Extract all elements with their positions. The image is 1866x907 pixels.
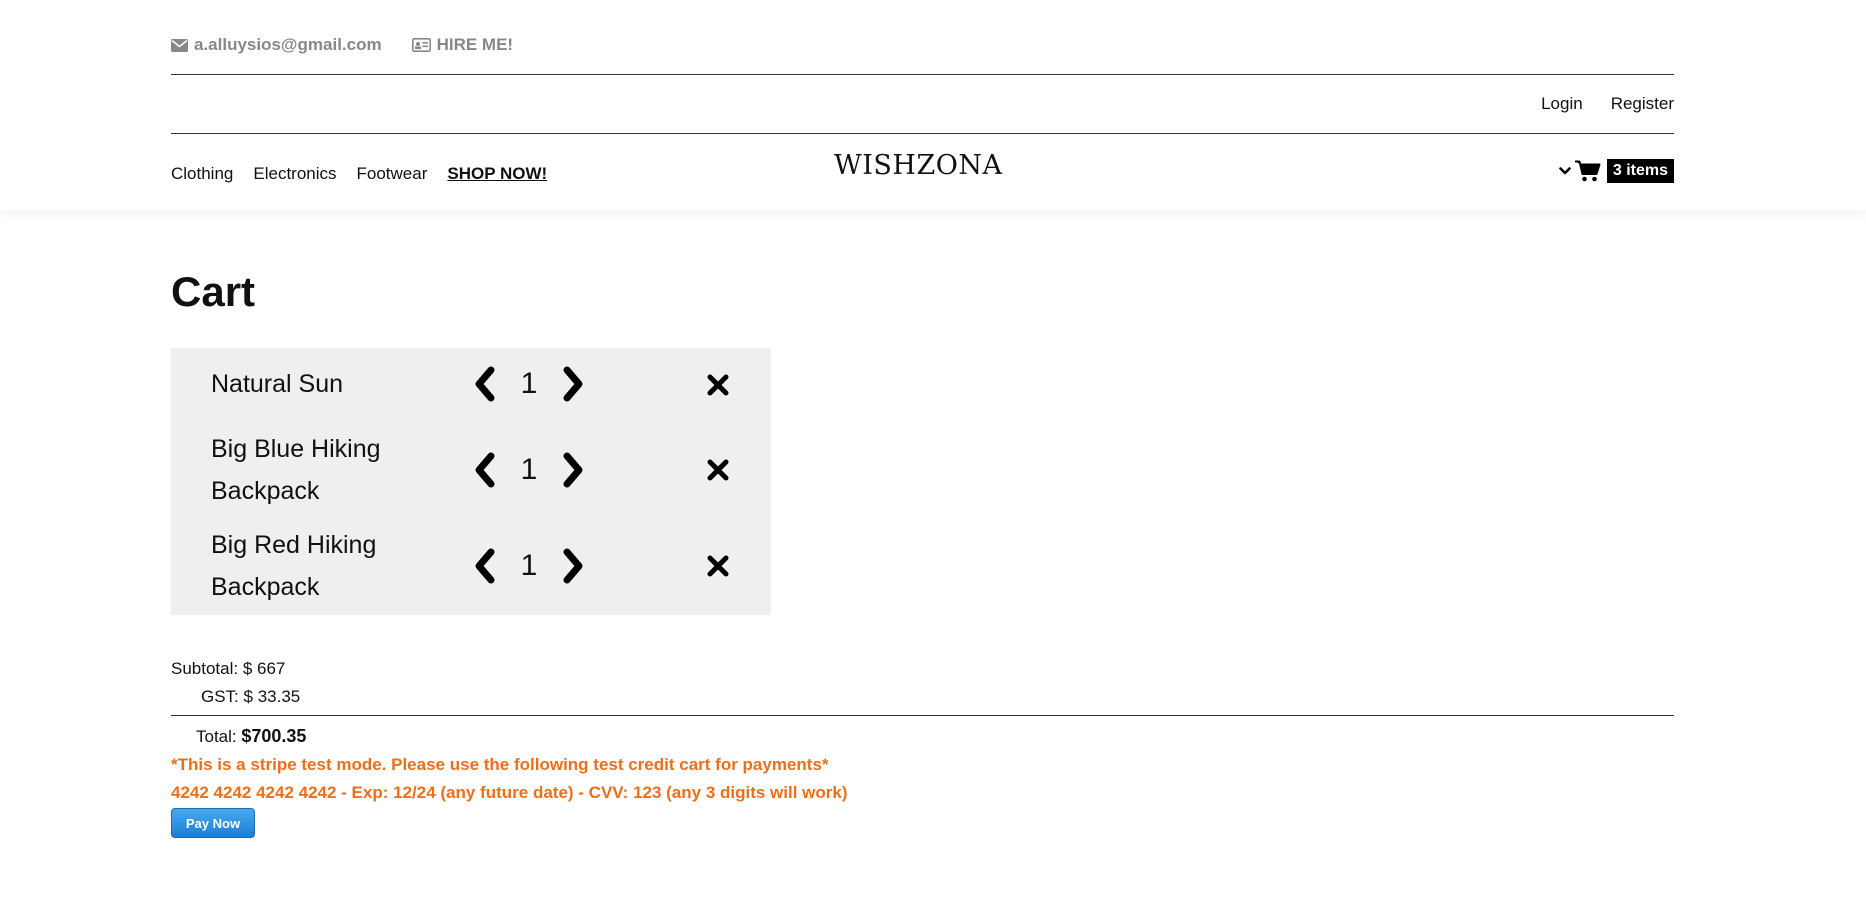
nav-item-footwear[interactable]: Footwear (357, 164, 428, 184)
register-link[interactable]: Register (1611, 94, 1674, 114)
total-label: Total: (196, 727, 237, 746)
subtotal-label: Subtotal: (171, 659, 239, 678)
login-link[interactable]: Login (1541, 94, 1583, 114)
test-card-details: 4242 4242 4242 4242 - Exp: 12/24 (any fu… (171, 783, 848, 802)
site-header: a.alluysios@gmail.com HIRE ME! Login Reg… (0, 0, 1866, 210)
quantity-stepper: 1 (471, 545, 587, 587)
page-title: Cart (171, 268, 256, 315)
total-value: $700.35 (241, 726, 307, 746)
increase-quantity-button[interactable] (557, 450, 587, 490)
nav-item-electronics[interactable]: Electronics (253, 164, 336, 184)
totals-divider (171, 715, 1674, 716)
nav-item-shop-now[interactable]: SHOP NOW! (447, 164, 547, 184)
email-text: a.alluysios@gmail.com (194, 35, 382, 54)
quantity-value: 1 (520, 453, 538, 486)
cart-item-name: Big Red Hiking Backpack (211, 531, 377, 601)
hire-me-link[interactable]: HIRE ME! (411, 35, 514, 55)
quantity-stepper: 1 (471, 449, 587, 491)
remove-item-button[interactable] (707, 459, 729, 481)
subtotal-line: Subtotal: $ 667 (171, 659, 285, 679)
gst-value: $ 33.35 (243, 687, 301, 706)
email-link[interactable]: a.alluysios@gmail.com (171, 35, 382, 55)
remove-item-button[interactable] (707, 555, 729, 577)
cart-count-badge[interactable]: 3 items (1606, 159, 1674, 183)
increase-quantity-button[interactable] (557, 364, 587, 404)
remove-item-button[interactable] (707, 374, 729, 396)
decrease-quantity-button[interactable] (471, 364, 501, 404)
main-nav: Clothing Electronics Footwear SHOP NOW! (171, 164, 567, 184)
hire-me-text: HIRE ME! (436, 35, 514, 54)
total-line: Total: $700.35 (196, 726, 306, 747)
header-divider-bottom (171, 133, 1674, 134)
envelope-icon (171, 38, 188, 52)
pay-now-button[interactable]: Pay Now (171, 808, 255, 838)
shopping-cart-icon[interactable] (1574, 160, 1601, 182)
quantity-stepper: 1 (471, 363, 587, 405)
site-logo[interactable]: WISHZONA (834, 150, 1002, 181)
cart-item-name: Natural Sun (211, 370, 344, 398)
cart-item-name: Big Blue Hiking Backpack (211, 435, 381, 505)
auth-links: Login Register (1513, 94, 1674, 114)
gst-line: GST: $ 33.35 (201, 687, 300, 707)
quantity-value: 1 (520, 549, 538, 582)
id-card-icon (411, 38, 431, 52)
chevron-down-icon[interactable] (1559, 166, 1571, 176)
top-contact-bar: a.alluysios@gmail.com HIRE ME! (171, 33, 543, 57)
quantity-value: 1 (520, 367, 538, 400)
gst-label: GST: (201, 687, 239, 706)
decrease-quantity-button[interactable] (471, 450, 501, 490)
subtotal-value: $ 667 (242, 659, 286, 678)
increase-quantity-button[interactable] (557, 546, 587, 586)
decrease-quantity-button[interactable] (471, 546, 501, 586)
nav-item-clothing[interactable]: Clothing (171, 164, 233, 184)
cart-items-list: Natural Sun 1 Big Blue Hiking Backpack 1 (171, 348, 771, 615)
cart-widget[interactable]: 3 items (1559, 159, 1674, 183)
header-divider-top (171, 74, 1674, 75)
stripe-test-notice: *This is a stripe test mode. Please use … (171, 755, 829, 774)
